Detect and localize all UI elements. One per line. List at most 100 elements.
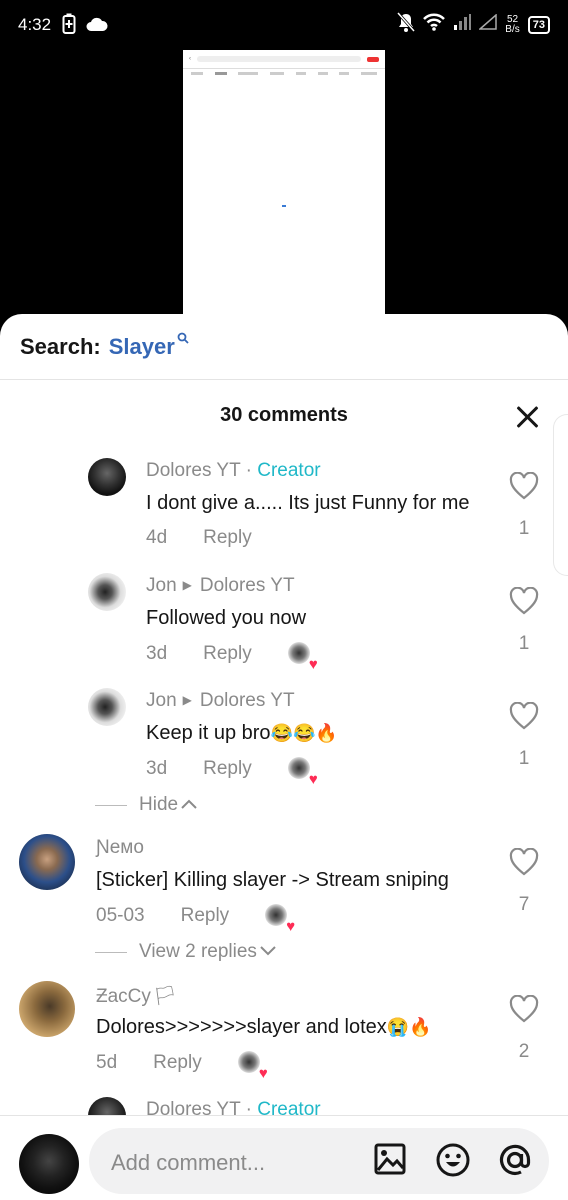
comments-count-title: 30 comments bbox=[220, 404, 348, 426]
comment-meta: 5d Reply ♥ bbox=[96, 1051, 268, 1081]
like-count: 1 bbox=[518, 518, 530, 539]
comment-text: Dolores>>>>>>>slayer and lotex😭🔥 bbox=[96, 1016, 432, 1039]
comment-text: Followed you now bbox=[146, 607, 307, 629]
creator-avatar bbox=[287, 757, 310, 779]
search-label: Search: bbox=[20, 334, 101, 359]
like-button[interactable]: 2 bbox=[508, 995, 540, 1063]
creator-avatar bbox=[287, 642, 310, 664]
preview-browser-bar: ‹ bbox=[183, 50, 385, 69]
heart-outline-icon bbox=[509, 702, 539, 730]
mention-icon[interactable] bbox=[497, 1142, 535, 1180]
comment-text: Keep it up bro😂😂🔥 bbox=[146, 722, 338, 745]
author-name[interactable]: Jon bbox=[146, 575, 177, 596]
heart-outline-icon bbox=[509, 995, 539, 1023]
comment-author[interactable]: ƵacϹу 🏳 bbox=[96, 984, 177, 1008]
creator-liked-indicator: ♥ bbox=[287, 757, 318, 787]
cloud-icon bbox=[86, 16, 108, 37]
author-separator: · bbox=[240, 460, 258, 481]
comment-time: 5d bbox=[96, 1052, 118, 1073]
avatar[interactable] bbox=[19, 981, 75, 1037]
comment-text-body: Dolores>>>>>>>slayer and lotex bbox=[96, 1016, 387, 1038]
comment-author[interactable]: Jon ▶ Dolores YT bbox=[146, 575, 295, 597]
like-button[interactable]: 1 bbox=[508, 472, 540, 540]
reply-button[interactable]: Reply bbox=[181, 905, 230, 927]
heart-outline-icon bbox=[509, 472, 539, 500]
comment-author[interactable]: Jon ▶ Dolores YT bbox=[146, 690, 295, 712]
close-icon[interactable] bbox=[514, 404, 540, 430]
preview-loading-dot bbox=[282, 205, 286, 207]
status-bar: 4:32 52 B/s 73 bbox=[0, 0, 568, 50]
like-button[interactable]: 1 bbox=[508, 702, 540, 770]
like-button[interactable]: 7 bbox=[508, 848, 540, 916]
comment-time: 4d bbox=[146, 527, 168, 548]
view-replies-toggle[interactable]: View 2 replies bbox=[95, 941, 277, 963]
my-avatar[interactable] bbox=[19, 1134, 79, 1194]
comment-meta: 3d Reply ♥ bbox=[146, 642, 318, 672]
comment-text: I dont give a..... Its just Funny for me bbox=[146, 492, 470, 514]
comment-time: 3d bbox=[146, 758, 168, 779]
heart-icon: ♥ bbox=[308, 771, 318, 788]
avatar[interactable] bbox=[88, 688, 126, 726]
search-term[interactable]: Slayer bbox=[109, 334, 175, 360]
emoji-icon[interactable] bbox=[435, 1142, 473, 1180]
creator-avatar bbox=[237, 1051, 260, 1073]
reply-button[interactable]: Reply bbox=[203, 643, 252, 665]
reply-button[interactable]: Reply bbox=[203, 527, 252, 549]
like-count: 2 bbox=[518, 1041, 530, 1062]
comment-meta: 05-03 Reply ♥ bbox=[96, 904, 295, 934]
comment-author[interactable]: Dolores YT · Creator bbox=[146, 460, 321, 482]
reply-to-name[interactable]: Dolores YT bbox=[200, 690, 295, 711]
signal-icon bbox=[453, 14, 472, 35]
comment-input[interactable]: Add comment... bbox=[89, 1128, 549, 1194]
flag-icon: 🏳 bbox=[152, 986, 178, 1007]
toggle-line bbox=[95, 804, 127, 806]
hide-label: Hide bbox=[139, 794, 179, 815]
network-speed: 52 B/s bbox=[505, 13, 519, 35]
creator-avatar bbox=[265, 904, 288, 926]
mute-bell-icon bbox=[397, 12, 416, 37]
scroll-edge bbox=[553, 414, 568, 576]
reply-arrow-icon: ▶ bbox=[182, 578, 192, 592]
creator-liked-indicator: ♥ bbox=[287, 642, 318, 672]
search-suggestion[interactable]: Search: Slayer bbox=[20, 332, 189, 360]
status-time: 4:32 bbox=[18, 15, 52, 34]
avatar[interactable] bbox=[88, 573, 126, 611]
comment-emojis: 😂😂🔥 bbox=[270, 723, 338, 743]
author-name[interactable]: ƵacϹу bbox=[96, 986, 151, 1007]
like-button[interactable]: 1 bbox=[508, 587, 540, 655]
comments-sheet: Search: Slayer 30 comments Dolores YT · … bbox=[0, 314, 568, 1199]
reply-button[interactable]: Reply bbox=[203, 758, 252, 780]
creator-liked-indicator: ♥ bbox=[265, 904, 295, 934]
like-count: 1 bbox=[518, 748, 530, 769]
heart-outline-icon bbox=[509, 587, 539, 615]
comment-time: 05-03 bbox=[96, 905, 145, 926]
chevron-up-icon bbox=[180, 794, 198, 816]
reply-arrow-icon: ▶ bbox=[182, 693, 192, 707]
like-count: 7 bbox=[518, 894, 530, 915]
comment-input-placeholder[interactable]: Add comment... bbox=[111, 1150, 265, 1176]
chevron-down-icon bbox=[259, 941, 277, 963]
comment-author[interactable]: Ɲемо bbox=[96, 837, 144, 859]
reply-button[interactable]: Reply bbox=[153, 1052, 202, 1074]
image-icon[interactable] bbox=[373, 1142, 411, 1180]
comment-composer: Add comment... bbox=[0, 1115, 568, 1200]
video-preview[interactable]: ‹ bbox=[183, 50, 385, 315]
creator-badge: Creator bbox=[257, 460, 321, 481]
avatar[interactable] bbox=[88, 458, 126, 496]
comment-text-body: Keep it up bro bbox=[146, 722, 271, 744]
author-name[interactable]: Jon bbox=[146, 690, 177, 711]
avatar[interactable] bbox=[19, 834, 75, 890]
preview-address-bar bbox=[197, 56, 361, 62]
reply-to-name[interactable]: Dolores YT bbox=[200, 575, 295, 596]
battery-charging-icon bbox=[62, 13, 76, 40]
wifi-icon bbox=[423, 13, 446, 36]
preview-tabs bbox=[183, 69, 385, 78]
preview-back-icon: ‹ bbox=[189, 56, 191, 62]
hide-replies-toggle[interactable]: Hide bbox=[95, 794, 198, 816]
network-speed-value: 52 bbox=[506, 13, 519, 25]
comment-meta: 4d Reply bbox=[146, 527, 252, 549]
battery-indicator: 73 bbox=[527, 15, 550, 34]
creator-liked-indicator: ♥ bbox=[237, 1051, 268, 1081]
like-count: 1 bbox=[518, 633, 530, 654]
author-name[interactable]: Dolores YT bbox=[146, 460, 240, 481]
